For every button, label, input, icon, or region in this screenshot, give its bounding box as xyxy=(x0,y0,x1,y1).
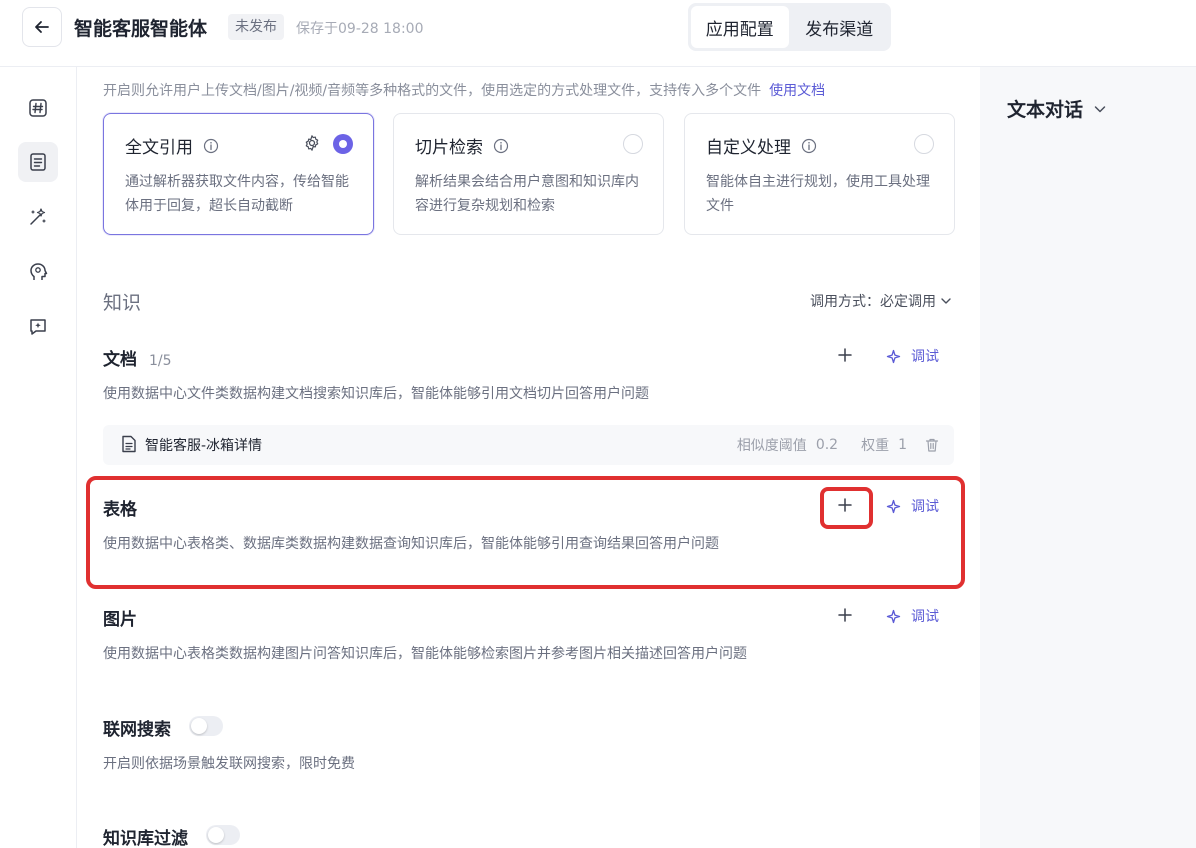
tables-title: 表格 xyxy=(103,500,137,520)
mode-card-full-text[interactable]: 全文引用 通过解析器获取文件内容，传给智能体用于回复，超长自动截断 xyxy=(103,113,374,235)
rail-item-head[interactable] xyxy=(18,252,58,292)
rail-item-magic[interactable] xyxy=(18,197,58,237)
similarity-label: 相似度阈值 xyxy=(736,438,807,454)
web-search-desc: 开启则依据场景触发联网搜索，限时免费 xyxy=(103,756,355,772)
mode-card-title: 自定义处理 xyxy=(706,133,817,158)
images-desc: 使用数据中心表格类数据构建图片问答知识库后，智能体能够检索图片并参考图片相关描述… xyxy=(103,646,747,662)
mode-title-full-text: 全文引用 xyxy=(125,138,193,158)
documents-title: 文档 1/5 xyxy=(103,345,172,370)
mode-card-title: 全文引用 xyxy=(125,133,219,158)
documents-count: 1/5 xyxy=(149,353,172,369)
mode-radio-custom[interactable] xyxy=(914,134,934,154)
upload-description: 开启则允许用户上传文档/图片/视频/音频等多种格式的文件，使用选定的方式处理文件… xyxy=(103,80,825,100)
documents-desc: 使用数据中心文件类数据构建文档搜索知识库后，智能体能够引用文档切片回答用户问题 xyxy=(103,386,649,402)
kb-filter-toggle[interactable] xyxy=(206,825,240,845)
tab-bar: 应用配置 发布渠道 xyxy=(688,3,891,51)
mode-card-title: 切片检索 xyxy=(415,133,509,158)
rail-item-docs[interactable] xyxy=(18,142,58,182)
doc-link[interactable]: 使用文档 xyxy=(769,83,825,99)
debug-label: 调试 xyxy=(911,609,939,625)
web-search-toggle[interactable] xyxy=(189,716,223,736)
left-rail xyxy=(0,67,77,848)
mode-card-custom[interactable]: 自定义处理 智能体自主进行规划，使用工具处理文件 xyxy=(684,113,955,235)
info-icon xyxy=(203,138,219,153)
sparkle-icon xyxy=(886,609,901,623)
sparkle-icon xyxy=(886,499,901,513)
debug-images-button[interactable]: 调试 xyxy=(886,606,939,626)
web-search-title: 联网搜索 xyxy=(103,720,171,740)
mode-title-slice-search: 切片检索 xyxy=(415,138,483,158)
chat-mode-label: 文本对话 xyxy=(1007,99,1084,121)
head-idea-icon xyxy=(30,263,48,280)
plus-icon xyxy=(838,348,852,362)
knowledge-heading: 知识 xyxy=(103,292,142,314)
images-title: 图片 xyxy=(103,610,137,630)
rail-item-chat[interactable] xyxy=(18,307,58,347)
add-image-button[interactable] xyxy=(834,604,856,626)
mode-desc-custom: 智能体自主进行规划，使用工具处理文件 xyxy=(706,174,930,214)
add-table-button[interactable] xyxy=(834,494,856,516)
mode-radio-slice-search[interactable] xyxy=(623,134,643,154)
call-mode-label: 调用方式：必定调用 xyxy=(810,294,936,310)
document-name: 智能客服-冰箱详情 xyxy=(145,438,263,454)
mode-desc-full-text: 通过解析器获取文件内容，传给智能体用于回复，超长自动截断 xyxy=(125,174,349,214)
status-badge: 未发布 xyxy=(228,14,284,40)
rail-item-hash[interactable] xyxy=(18,88,58,128)
documents-title-text: 文档 xyxy=(103,350,137,370)
debug-tables-button[interactable]: 调试 xyxy=(886,496,939,516)
tables-desc: 使用数据中心表格类、数据库类数据构建数据查询知识库后，智能体能够引用查询结果回答… xyxy=(103,536,719,552)
document-list-icon xyxy=(30,153,46,171)
chat-mode-select[interactable]: 文本对话 xyxy=(1007,95,1107,122)
upload-description-text: 开启则允许用户上传文档/图片/视频/音频等多种格式的文件，使用选定的方式处理文件… xyxy=(103,83,762,99)
similarity-value[interactable]: 0.2 xyxy=(816,437,838,453)
tab-publish-channels[interactable]: 发布渠道 xyxy=(791,6,889,48)
debug-documents-button[interactable]: 调试 xyxy=(886,346,939,366)
app-title: 智能客服智能体 xyxy=(74,18,208,40)
info-icon xyxy=(493,138,509,153)
chevron-down-icon xyxy=(1094,105,1106,112)
debug-label: 调试 xyxy=(911,499,939,515)
plus-icon xyxy=(838,608,852,622)
back-button[interactable] xyxy=(22,7,62,47)
chevron-down-icon xyxy=(941,298,951,304)
tab-app-config[interactable]: 应用配置 xyxy=(691,6,789,48)
info-icon xyxy=(801,138,817,153)
hash-icon xyxy=(29,99,47,117)
magic-wand-icon xyxy=(30,208,46,225)
gear-icon[interactable] xyxy=(303,134,321,152)
arrow-left-icon xyxy=(35,21,49,33)
add-document-button[interactable] xyxy=(834,344,856,366)
mode-desc-slice-search: 解析结果会结合用户意图和知识库内容进行复杂规划和检索 xyxy=(415,174,639,214)
document-meta: 相似度阈值 0.2 权重 1 xyxy=(737,435,940,455)
weight-value[interactable]: 1 xyxy=(898,437,907,453)
sparkle-icon xyxy=(886,349,901,363)
document-row[interactable]: 智能客服-冰箱详情 相似度阈值 0.2 权重 1 xyxy=(103,425,954,465)
mode-radio-full-text[interactable] xyxy=(333,134,353,154)
top-bar: 智能客服智能体 未发布 保存于09-28 18:00 应用配置 发布渠道 xyxy=(0,0,1196,67)
chat-sparkle-icon xyxy=(30,319,46,335)
weight-label: 权重 xyxy=(861,438,890,454)
save-time: 保存于09-28 18:00 xyxy=(296,21,424,37)
call-mode-select[interactable]: 调用方式：必定调用 xyxy=(810,291,952,311)
mode-title-custom: 自定义处理 xyxy=(706,138,791,158)
kb-filter-title: 知识库过滤 xyxy=(103,829,188,848)
debug-label: 调试 xyxy=(911,349,939,365)
trash-icon[interactable] xyxy=(924,437,940,453)
file-icon xyxy=(122,435,136,453)
main-content: 开启则允许用户上传文档/图片/视频/音频等多种格式的文件，使用选定的方式处理文件… xyxy=(78,67,980,848)
plus-icon xyxy=(838,498,852,512)
preview-panel: 文本对话 xyxy=(980,67,1196,848)
mode-card-slice-search[interactable]: 切片检索 解析结果会结合用户意图和知识库内容进行复杂规划和检索 xyxy=(393,113,664,235)
